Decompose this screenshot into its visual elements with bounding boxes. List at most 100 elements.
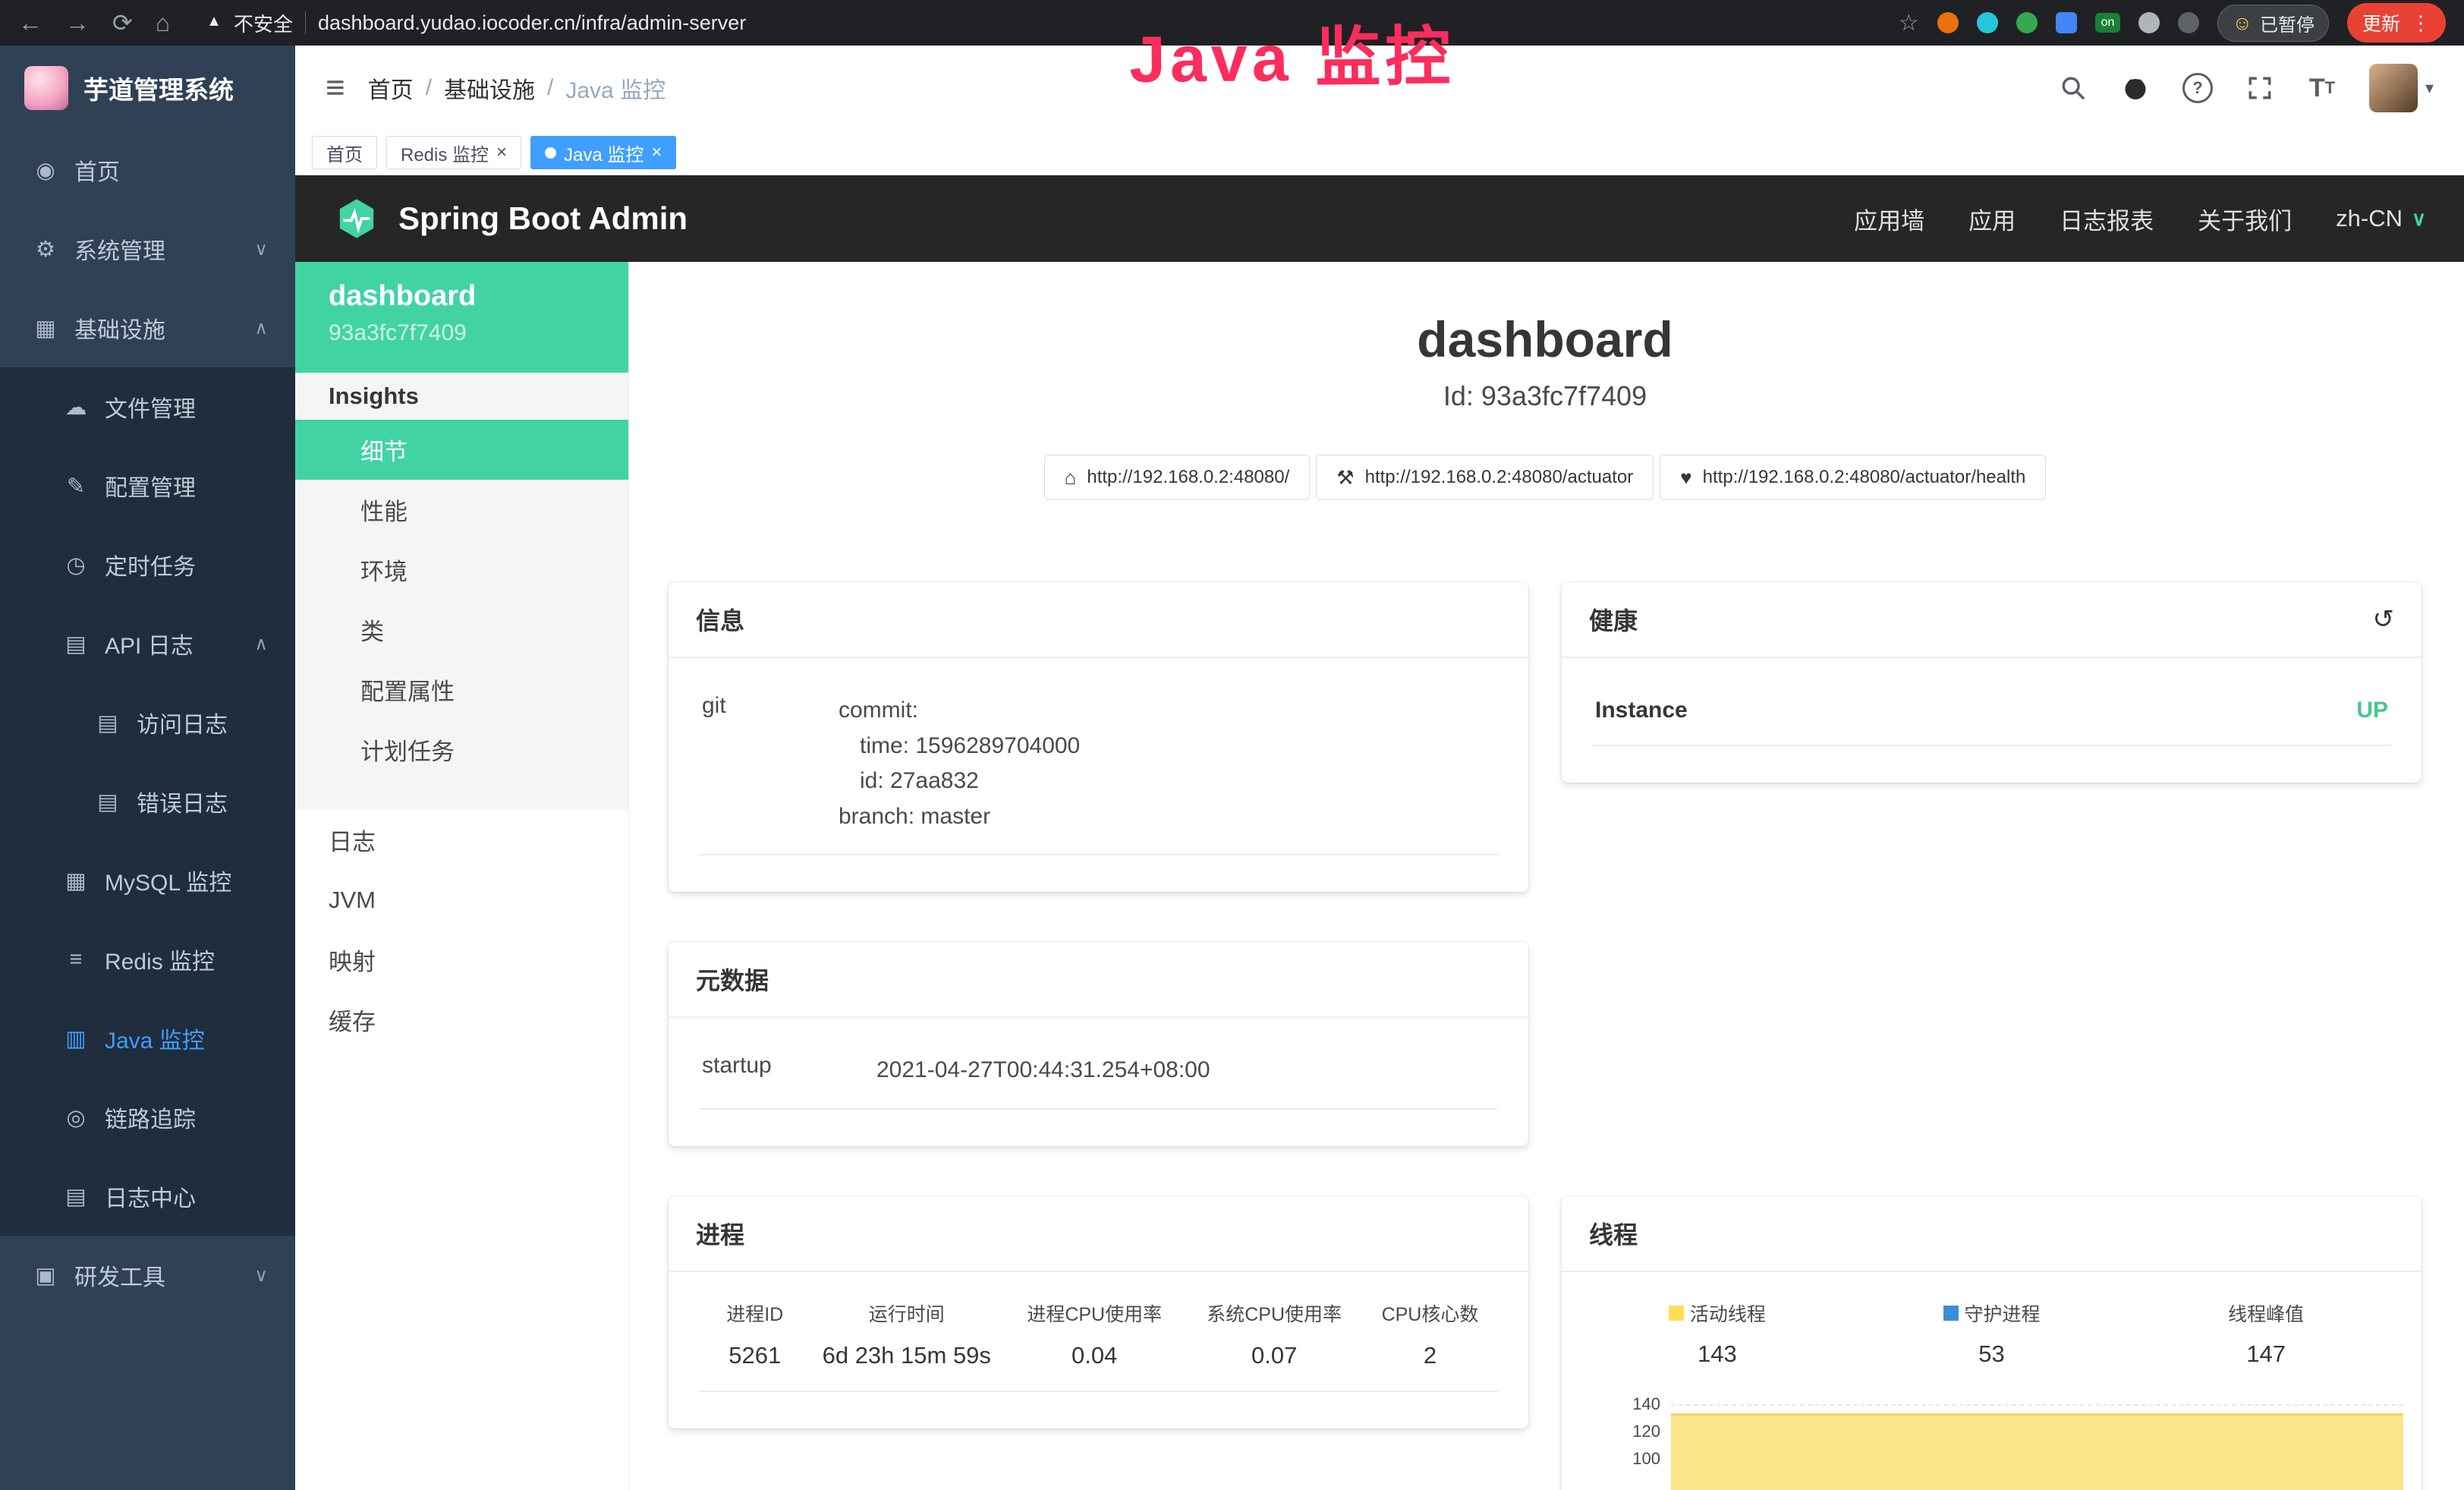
- app-logo-avatar: [24, 66, 68, 110]
- extension-on-badge[interactable]: on: [2095, 13, 2121, 33]
- chrome-update-button[interactable]: 更新 ⋮: [2347, 3, 2446, 43]
- search-icon[interactable]: [2058, 73, 2088, 103]
- sba-locale-select[interactable]: zh-CN ∨: [2336, 205, 2426, 232]
- wrench-icon: ⚒: [1336, 466, 1354, 490]
- user-menu[interactable]: ▾: [2369, 64, 2434, 112]
- breadcrumb-infrastructure[interactable]: 基础设施: [444, 71, 535, 105]
- sba-nav-wallboard[interactable]: 应用墙: [1854, 202, 1924, 236]
- y-tick: 100: [1580, 1445, 1671, 1473]
- sidebar-item-file-mgmt[interactable]: ☁ 文件管理: [0, 367, 295, 446]
- sidebar-item-label: 研发工具: [74, 1258, 165, 1292]
- sba-item-logs[interactable]: 日志: [295, 810, 628, 870]
- sidebar-item-api-logs[interactable]: ▤ API 日志 ∧: [0, 604, 295, 683]
- sba-nav-about[interactable]: 关于我们: [2198, 202, 2292, 236]
- metadata-startup-row: startup 2021-04-27T00:44:31.254+08:00: [699, 1045, 1498, 1110]
- peak-threads-value: 147: [2129, 1340, 2403, 1368]
- sidebar-item-system-mgmt[interactable]: ⚙ 系统管理 ∨: [0, 209, 295, 288]
- extension-icon-4[interactable]: [2056, 12, 2077, 33]
- daemon-threads-legend-swatch: [1943, 1306, 1959, 1321]
- extension-icon-2[interactable]: [1977, 12, 1998, 33]
- fullscreen-icon[interactable]: [2245, 73, 2275, 103]
- instance-base-url: http://192.168.0.2:48080/: [1087, 467, 1289, 488]
- extension-icon-6[interactable]: [2178, 12, 2199, 33]
- sba-item-config-props[interactable]: 配置属性: [295, 660, 628, 720]
- avatar[interactable]: [2369, 64, 2418, 112]
- instance-base-url-button[interactable]: ⌂ http://192.168.0.2:48080/: [1044, 455, 1311, 500]
- sba-nav-applications[interactable]: 应用: [1968, 202, 2016, 236]
- address-bar[interactable]: ▲ 不安全 dashboard.yudao.iocoder.cn/infra/a…: [206, 9, 1876, 37]
- sidebar-item-label: 链路追踪: [105, 1101, 196, 1134]
- browser-menu-dots-icon[interactable]: ⋮: [2411, 11, 2431, 35]
- history-icon[interactable]: ↺: [2373, 604, 2395, 635]
- browser-back-icon[interactable]: ←: [18, 9, 42, 37]
- app-logo[interactable]: 芋道管理系统: [0, 46, 295, 131]
- font-size-large-glyph: T: [2309, 74, 2325, 103]
- sba-instance-header[interactable]: dashboard 93a3fc7f7409: [295, 262, 628, 373]
- tab-java-monitor[interactable]: Java 监控 ×: [530, 136, 676, 169]
- browser-reload-icon[interactable]: ⟳: [112, 8, 133, 37]
- extension-icon-3[interactable]: [2016, 12, 2038, 33]
- sidebar-item-mysql-monitor[interactable]: ▦ MySQL 监控: [0, 841, 295, 920]
- github-icon[interactable]: [2120, 73, 2151, 103]
- sba-navbar: Spring Boot Admin 应用墙 应用 日志报表 关于我们 zh-CN…: [295, 175, 2464, 262]
- sba-item-caches[interactable]: 缓存: [295, 990, 628, 1050]
- sba-item-jvm[interactable]: JVM: [295, 870, 628, 930]
- instance-health-url-button[interactable]: ♥ http://192.168.0.2:48080/actuator/heal…: [1660, 455, 2046, 500]
- sidebar-item-log-center[interactable]: ▤ 日志中心: [0, 1157, 295, 1236]
- breadcrumb-home[interactable]: 首页: [368, 71, 414, 105]
- sba-instance-id: 93a3fc7f7409: [329, 320, 628, 346]
- sba-item-classes[interactable]: 类: [295, 600, 628, 660]
- threads-card-title: 线程: [1589, 1216, 1638, 1251]
- sidebar-item-home[interactable]: ◉ 首页: [0, 131, 295, 209]
- caret-down-icon: ▾: [2425, 78, 2434, 98]
- sba-brand[interactable]: Spring Boot Admin: [333, 197, 688, 240]
- chevron-up-icon: ∧: [254, 317, 268, 339]
- sba-item-scheduled-tasks[interactable]: 计划任务: [295, 720, 628, 780]
- sidebar-item-label: 错误日志: [137, 785, 228, 818]
- sba-item-metrics[interactable]: 性能: [295, 480, 628, 540]
- monitor-icon: ▥: [61, 1025, 91, 1052]
- bookmark-star-icon[interactable]: ☆: [1899, 10, 1919, 36]
- screen: ← → ⟳ ⌂ ▲ 不安全 dashboard.yudao.iocoder.cn…: [0, 0, 2464, 1490]
- font-size-icon[interactable]: TT: [2307, 73, 2337, 103]
- sba-item-details[interactable]: 细节: [295, 420, 628, 480]
- sidebar-item-infrastructure[interactable]: ▦ 基础设施 ∧: [0, 288, 295, 367]
- health-instance-row: Instance UP: [1592, 685, 2391, 746]
- browser-forward-icon[interactable]: →: [65, 9, 90, 37]
- sidebar-item-scheduled-jobs[interactable]: ◷ 定时任务: [0, 525, 295, 604]
- sba-item-environment[interactable]: 环境: [295, 540, 628, 600]
- close-icon[interactable]: ×: [496, 142, 507, 163]
- sidebar-item-java-monitor[interactable]: ▥ Java 监控: [0, 999, 295, 1078]
- sidebar-item-error-logs[interactable]: ▤ 错误日志: [0, 762, 295, 841]
- sba-item-mappings[interactable]: 映射: [295, 930, 628, 990]
- help-icon[interactable]: ?: [2182, 73, 2213, 103]
- tab-redis-monitor[interactable]: Redis 监控 ×: [386, 136, 521, 169]
- process-uptime-value: 6d 23h 15m 59s: [810, 1342, 1002, 1369]
- sidebar-item-dev-tools[interactable]: ▣ 研发工具 ∨: [0, 1236, 295, 1315]
- sidebar-item-config-mgmt[interactable]: ✎ 配置管理: [0, 446, 295, 525]
- instance-health-url: http://192.168.0.2:48080/actuator/health: [1703, 467, 2026, 488]
- sidebar-item-label: Redis 监控: [105, 943, 215, 976]
- sidebar-item-label: 访问日志: [137, 706, 228, 739]
- security-warning-icon[interactable]: ▲: [206, 13, 222, 30]
- sidebar-item-tracing[interactable]: ◎ 链路追踪: [0, 1078, 295, 1157]
- close-icon[interactable]: ×: [651, 142, 662, 163]
- tab-home[interactable]: 首页: [312, 136, 377, 169]
- health-instance-label: Instance: [1595, 698, 1688, 723]
- instance-actuator-url-button[interactable]: ⚒ http://192.168.0.2:48080/actuator: [1316, 455, 1654, 500]
- breadcrumb-separator: /: [426, 75, 432, 101]
- extension-icon-1[interactable]: [1937, 12, 1959, 33]
- browser-home-icon[interactable]: ⌂: [156, 9, 170, 37]
- layers-icon: ≡: [61, 947, 91, 972]
- sidebar-item-redis-monitor[interactable]: ≡ Redis 监控: [0, 920, 295, 999]
- extension-icon-5[interactable]: [2138, 12, 2160, 33]
- sidebar-item-label: Java 监控: [105, 1022, 205, 1055]
- sidebar-item-access-logs[interactable]: ▤ 访问日志: [0, 683, 295, 762]
- y-tick: 120: [1580, 1418, 1671, 1445]
- sba-nav-journal[interactable]: 日志报表: [2060, 202, 2154, 236]
- sidebar-item-label: MySQL 监控: [105, 864, 231, 897]
- hamburger-icon[interactable]: ≡: [326, 69, 345, 107]
- process-col-header: 系统CPU使用率: [1186, 1299, 1362, 1327]
- profile-paused-pill[interactable]: ☺ 已暂停: [2217, 5, 2329, 42]
- document-icon: ▤: [61, 1183, 91, 1210]
